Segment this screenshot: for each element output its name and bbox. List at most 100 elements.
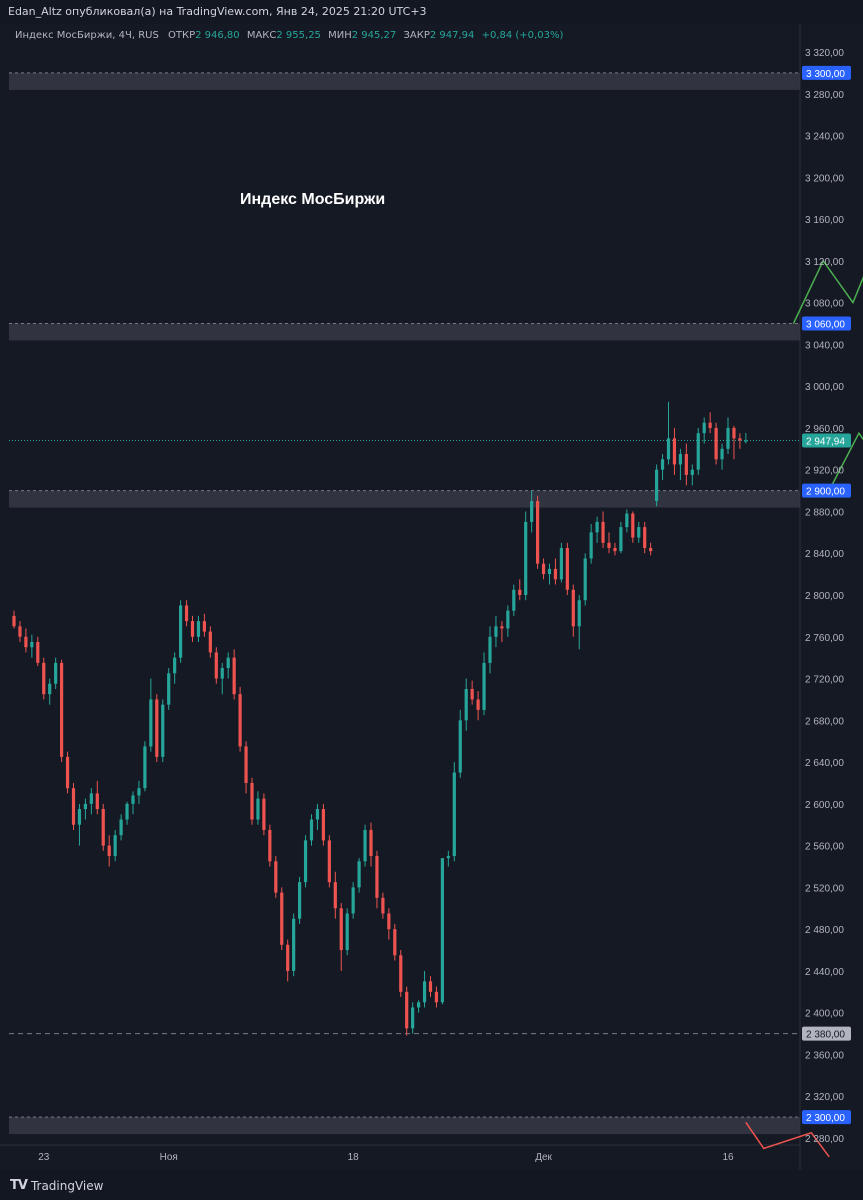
level-badge: 3 060,00 [806, 320, 845, 331]
candle [268, 824, 272, 867]
candle-body [643, 527, 647, 549]
y-tick-label: 3 120,00 [805, 257, 844, 268]
candle-body [583, 558, 587, 601]
candle [280, 887, 284, 951]
y-tick-label: 2 720,00 [805, 675, 844, 686]
legend-open-label: ОТКР [168, 30, 196, 41]
candle [363, 824, 367, 867]
candle-body [512, 589, 516, 611]
bottom-bar [0, 1170, 863, 1200]
y-tick-label: 2 760,00 [805, 633, 844, 644]
candle [60, 659, 64, 763]
candle-body [208, 631, 212, 653]
candle-body [405, 991, 409, 1029]
candle-body [309, 819, 314, 841]
candle [536, 495, 540, 569]
candle-body [559, 548, 563, 580]
brand-name: TradingView [30, 1178, 104, 1193]
candle-body [351, 887, 355, 914]
candle-body [607, 542, 611, 549]
candle-body [387, 913, 391, 930]
candle-body [292, 918, 296, 971]
candle-body [399, 955, 403, 992]
candle-body [214, 652, 218, 679]
candle [298, 876, 302, 924]
candle [405, 986, 409, 1036]
candle-body [256, 798, 260, 820]
candle-body [226, 657, 230, 669]
level-zone [9, 323, 800, 341]
candle [345, 908, 349, 956]
candle-body [631, 513, 635, 538]
candle-body [232, 657, 236, 695]
candle-body [738, 438, 742, 441]
candle-body [434, 991, 439, 1003]
candle-body [589, 532, 593, 559]
legend-low-value: 2 945,27 [351, 30, 397, 41]
y-tick-label: 3 080,00 [805, 299, 844, 310]
candle-body [119, 819, 123, 836]
candle-body [708, 422, 712, 428]
legend-change: +0,84 (+0,03%) [481, 30, 564, 41]
y-tick-label: 3 320,00 [805, 48, 844, 59]
candle-body [95, 793, 99, 810]
candle-body [375, 856, 379, 898]
candle-body [417, 1002, 421, 1008]
candle-body [321, 809, 325, 841]
candle [161, 699, 165, 763]
candle [524, 511, 528, 601]
y-tick-label: 2 360,00 [805, 1050, 844, 1061]
candle-body [494, 626, 498, 637]
legend-low-label: МИН [328, 30, 352, 41]
candle-body [149, 699, 153, 747]
candle-body [184, 605, 189, 622]
candle [565, 542, 569, 595]
candle-body [357, 861, 361, 888]
candle-body [101, 809, 105, 846]
y-tick-label: 2 960,00 [805, 424, 844, 435]
y-tick-label: 2 440,00 [805, 967, 844, 978]
y-tick-label: 2 800,00 [805, 591, 844, 602]
candle-body [464, 688, 468, 721]
candle-body [571, 589, 575, 627]
candle-body [179, 605, 183, 658]
y-tick-label: 2 480,00 [805, 925, 844, 936]
candle-body [30, 641, 34, 648]
x-tick-label: 23 [38, 1152, 50, 1163]
candle-body [744, 440, 748, 442]
level-badge: 2 900,00 [806, 487, 845, 498]
candle-body [48, 683, 52, 695]
candle [71, 782, 76, 830]
y-tick-label: 2 600,00 [805, 800, 844, 811]
candle-body [411, 1007, 415, 1029]
candle-body [77, 809, 82, 825]
level-zone [9, 490, 800, 508]
candle-body [696, 433, 700, 470]
candle-body [714, 427, 718, 460]
brand-logo[interactable]: TV TradingView [10, 1178, 103, 1193]
last-price-badge: 2 947,94 [806, 437, 845, 448]
candle [250, 777, 254, 825]
candle-body [202, 621, 206, 632]
candle-body [637, 527, 641, 538]
y-tick-label: 2 920,00 [805, 466, 844, 477]
candle-body [238, 694, 242, 747]
candle-body [518, 589, 522, 595]
candle [167, 668, 171, 710]
candle-body [649, 548, 653, 552]
candle-body [666, 438, 671, 460]
candle [696, 427, 700, 475]
x-tick-label: 18 [348, 1152, 360, 1163]
candle-body [446, 856, 450, 859]
candle-body [452, 772, 456, 857]
y-tick-label: 2 520,00 [805, 883, 844, 894]
candle [155, 694, 159, 763]
candle [655, 464, 659, 507]
candle-body [500, 626, 504, 629]
candle [101, 803, 105, 851]
y-tick-label: 2 560,00 [805, 842, 844, 853]
candle-body [42, 662, 46, 695]
candle-body [726, 427, 730, 449]
chart-area[interactable]: 3 320,00 3 280,00 3 240,00 3 200,00 3 160,00… [0, 0, 863, 1200]
candle-body [565, 548, 569, 590]
